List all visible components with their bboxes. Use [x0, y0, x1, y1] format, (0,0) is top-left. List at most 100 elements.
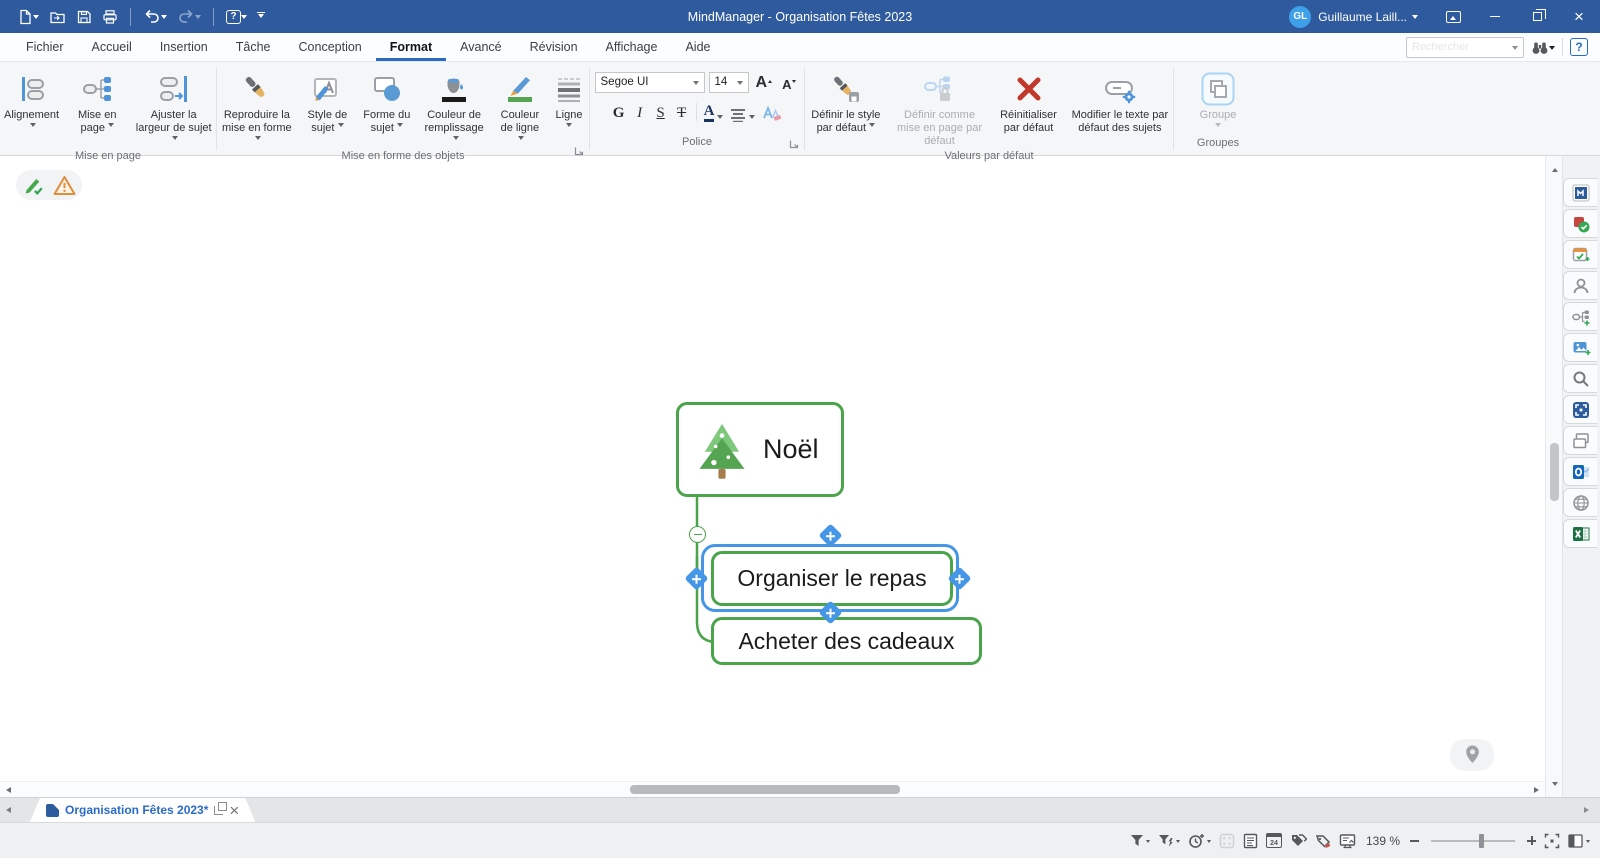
presentation-view-button[interactable]: [1339, 833, 1356, 849]
close-button[interactable]: [1558, 0, 1600, 33]
schedule-view-button[interactable]: 24: [1266, 833, 1282, 848]
font-size-select[interactable]: 14: [709, 72, 749, 93]
search-pane-button[interactable]: [1563, 364, 1597, 393]
outline-view-button[interactable]: [1243, 833, 1258, 849]
ajuster-largeur-button[interactable]: Ajuster la largeur de sujet: [131, 67, 216, 150]
decrease-font-button[interactable]: A: [779, 71, 799, 93]
panel-expand-arrow[interactable]: [1584, 807, 1592, 813]
panel-layout-button[interactable]: [1568, 834, 1590, 848]
tab-scroll-left-arrow[interactable]: [0, 798, 16, 822]
map-index-pane-button[interactable]: [1563, 178, 1597, 207]
map-parts-pane-button[interactable]: [1563, 302, 1597, 331]
tab-fichier[interactable]: Fichier: [12, 33, 78, 61]
horizontal-scrollbar-thumb[interactable]: [630, 785, 900, 794]
horizontal-scrollbar[interactable]: [0, 781, 1545, 797]
outlook-pane-button[interactable]: [1563, 457, 1597, 486]
couleur-remplissage-button[interactable]: Couleur de remplissage: [417, 67, 490, 150]
open-in-window-icon[interactable]: [214, 806, 223, 815]
italic-button[interactable]: I: [630, 101, 650, 123]
clear-formatting-button[interactable]: [759, 101, 785, 123]
library-pane-button[interactable]: [1563, 333, 1597, 362]
power-filter-button[interactable]: [1158, 834, 1180, 847]
tab-conception[interactable]: Conception: [285, 33, 376, 61]
customize-quick-access-button[interactable]: [252, 4, 270, 30]
style-de-sujet-button[interactable]: Style de sujet: [299, 67, 356, 137]
zoom-slider-handle[interactable]: [1479, 834, 1484, 848]
refresh-schedule-button[interactable]: [1188, 833, 1211, 849]
dialog-launcher-icon[interactable]: [789, 139, 799, 152]
scroll-down-arrow[interactable]: [1546, 777, 1563, 793]
ribbon-display-options-button[interactable]: [1432, 0, 1474, 33]
tab-insertion[interactable]: Insertion: [146, 33, 222, 61]
tab-aide[interactable]: Aide: [671, 33, 724, 61]
restore-button[interactable]: [1516, 0, 1558, 33]
reinitialiser-defaut-button[interactable]: Réinitialiser par défaut: [992, 67, 1064, 137]
tab-tache[interactable]: Tâche: [222, 33, 285, 61]
collapse-branch-button[interactable]: [689, 526, 706, 543]
excel-pane-button[interactable]: [1563, 519, 1597, 548]
tab-affichage[interactable]: Affichage: [592, 33, 672, 61]
snippets-pane-button[interactable]: [1563, 426, 1597, 455]
topic-organiser-le-repas[interactable]: Organiser le repas: [711, 551, 953, 606]
ligne-button[interactable]: Ligne: [549, 67, 589, 137]
scroll-right-arrow[interactable]: [1529, 782, 1545, 797]
font-color-button[interactable]: A: [701, 101, 727, 123]
fit-map-pane-button[interactable]: [1563, 395, 1597, 424]
tab-revision[interactable]: Révision: [516, 33, 592, 61]
zoom-slider[interactable]: [1431, 840, 1515, 842]
open-button[interactable]: [44, 4, 71, 30]
fit-map-button[interactable]: [1544, 833, 1560, 849]
mise-en-page-button[interactable]: Mise en page: [65, 67, 129, 137]
close-tab-icon[interactable]: [229, 802, 239, 819]
print-button[interactable]: [97, 4, 123, 30]
search-box[interactable]: [1406, 37, 1524, 58]
tab-format[interactable]: Format: [376, 33, 446, 61]
reproduire-mise-en-forme-button[interactable]: Reproduire la mise en forme: [217, 67, 297, 150]
tab-avance[interactable]: Avancé: [446, 33, 515, 61]
couleur-ligne-button[interactable]: Couleur de ligne: [493, 67, 547, 150]
task-info-pane-button[interactable]: [1563, 240, 1597, 269]
undo-button[interactable]: [138, 4, 172, 30]
new-document-button[interactable]: [12, 4, 44, 30]
search-dropdown-icon[interactable]: [1512, 46, 1518, 53]
dialog-launcher-icon[interactable]: [574, 146, 584, 159]
topic-acheter-des-cadeaux[interactable]: Acheter des cadeaux: [711, 617, 982, 665]
help-button[interactable]: ?: [221, 4, 252, 30]
user-menu-chevron-icon[interactable]: [1412, 15, 1418, 22]
filter-button[interactable]: [1130, 834, 1150, 847]
find-button[interactable]: [1531, 40, 1555, 55]
increase-font-button[interactable]: A: [753, 71, 776, 93]
map-canvas[interactable]: Noël Organiser le repas Acheter des cade…: [0, 156, 1545, 797]
icon-view-button[interactable]: [1315, 833, 1331, 849]
map-pin-badge[interactable]: [1450, 739, 1494, 771]
redo-button[interactable]: [172, 4, 206, 30]
forme-du-sujet-button[interactable]: Forme du sujet: [358, 67, 415, 137]
save-button[interactable]: [71, 4, 97, 30]
search-input[interactable]: [1412, 41, 1512, 53]
vertical-scrollbar[interactable]: [1545, 156, 1562, 797]
modifier-texte-defaut-button[interactable]: Modifier le texte par défaut des sujets: [1067, 67, 1173, 137]
zoom-in-button[interactable]: [1527, 836, 1536, 845]
avatar[interactable]: GL: [1289, 6, 1311, 28]
help-icon[interactable]: ?: [1570, 38, 1588, 56]
resources-pane-button[interactable]: [1563, 271, 1597, 300]
strikethrough-button[interactable]: T: [672, 101, 692, 123]
tag-view-button[interactable]: [1290, 833, 1307, 849]
zoom-out-button[interactable]: [1410, 840, 1419, 842]
markers-icon: [1571, 214, 1591, 234]
minimize-button[interactable]: [1474, 0, 1516, 33]
definir-style-defaut-button[interactable]: Définir le style par défaut: [805, 67, 887, 137]
tab-accueil[interactable]: Accueil: [78, 33, 146, 61]
document-tab-active[interactable]: Organisation Fêtes 2023*: [30, 798, 255, 822]
map-markers-pane-button[interactable]: [1563, 209, 1597, 238]
browser-pane-button[interactable]: [1563, 488, 1597, 517]
scroll-left-arrow[interactable]: [0, 782, 16, 797]
font-family-select[interactable]: Segoe UI: [595, 72, 705, 93]
vertical-scrollbar-thumb[interactable]: [1550, 443, 1559, 501]
alignement-button[interactable]: Alignement: [0, 67, 63, 137]
underline-button[interactable]: S: [651, 101, 671, 123]
bold-button[interactable]: G: [609, 101, 629, 123]
dice-view-button[interactable]: [1219, 833, 1235, 849]
text-align-button[interactable]: [727, 101, 758, 123]
scroll-up-arrow[interactable]: [1546, 162, 1563, 178]
